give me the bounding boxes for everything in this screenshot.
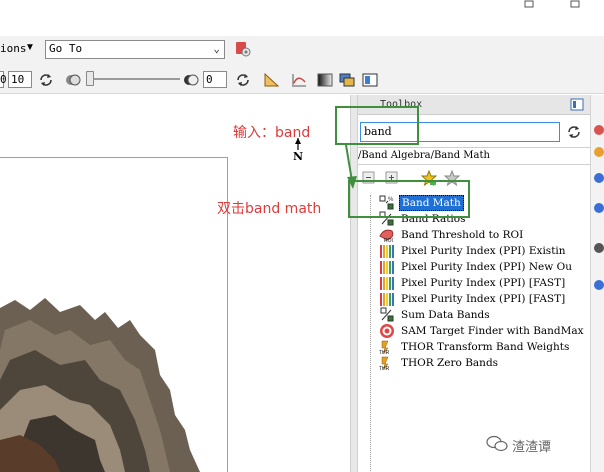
- chevron-down-icon[interactable]: ⌄: [213, 42, 220, 55]
- tool-label: Pixel Purity Index (PPI) New Ou: [401, 261, 572, 273]
- title-bar-area: [0, 0, 604, 36]
- side-icon[interactable]: [594, 280, 604, 290]
- tool-item-thor-transform[interactable]: THR THOR Transform Band Weights: [378, 339, 571, 355]
- ppi-icon: [380, 261, 394, 274]
- roi-icon: ROI: [379, 229, 394, 243]
- tool-item-ppi-new[interactable]: Pixel Purity Index (PPI) New Ou: [378, 259, 574, 275]
- toolbox-path-bar: /Band Algebra/Band Math: [358, 147, 590, 165]
- contrast-value-field[interactable]: 0: [203, 71, 227, 88]
- go-icon[interactable]: [234, 40, 252, 58]
- north-label: N: [293, 150, 303, 162]
- tool-item-band-threshold[interactable]: ROI Band Threshold to ROI: [378, 227, 525, 243]
- left-value-field[interactable]: 0: [0, 71, 7, 88]
- tool-label: THOR Transform Band Weights: [401, 341, 570, 353]
- side-icon[interactable]: [594, 125, 604, 135]
- raster-image: [0, 298, 200, 472]
- tool-label: Pixel Purity Index (PPI) [FAST]: [401, 277, 566, 289]
- annotation-doubleclick-label: 双击band math: [217, 201, 322, 217]
- search-refresh-icon[interactable]: [566, 124, 582, 140]
- ppi-icon: [380, 293, 394, 306]
- options-menu[interactable]: ions: [0, 42, 27, 55]
- svg-text:THR: THR: [379, 366, 390, 371]
- tool-item-ppi-existing[interactable]: Pixel Purity Index (PPI) Existin: [378, 243, 568, 259]
- side-icon[interactable]: [594, 147, 604, 157]
- target-icon: [380, 324, 394, 338]
- slider-thumb[interactable]: [86, 71, 94, 86]
- options-caret-icon[interactable]: ▼: [25, 42, 35, 53]
- brightness-icon[interactable]: [64, 71, 82, 89]
- thor-icon: THR: [379, 356, 390, 371]
- watermark-text: 渣渣谭: [512, 440, 552, 455]
- refresh-icon[interactable]: [37, 71, 55, 89]
- contrast-icon[interactable]: [182, 71, 200, 89]
- tool-label: SAM Target Finder with BandMax: [401, 325, 584, 337]
- tool-label: THOR Zero Bands: [401, 357, 499, 369]
- sum-bands-icon: [380, 307, 394, 322]
- annotation-arrow-icon: [345, 145, 357, 189]
- brightness-slider[interactable]: [88, 78, 180, 80]
- toolbox-options-icon[interactable]: [570, 98, 584, 111]
- side-strip: [590, 95, 604, 472]
- measure-icon[interactable]: [263, 71, 281, 89]
- toolbox-panel: Toolbox band /Band Algebra/Band Math % B…: [358, 95, 590, 472]
- tool-label: Band Threshold to ROI: [401, 229, 524, 241]
- annotation-input-label: 输入：band: [233, 125, 311, 141]
- tool-label: Sum Data Bands: [401, 309, 490, 321]
- annotation-box-band-math: [348, 180, 470, 218]
- toolbox-path: /Band Algebra/Band Math: [358, 150, 490, 161]
- goto-combobox[interactable]: Go To ⌄: [45, 40, 225, 59]
- thor-icon: THR: [379, 340, 390, 355]
- wechat-icon: [486, 435, 508, 452]
- tool-label: Pixel Purity Index (PPI) [FAST]: [401, 293, 566, 305]
- layers-icon[interactable]: [338, 71, 356, 89]
- side-icon[interactable]: [594, 243, 604, 253]
- ppi-icon: [380, 245, 394, 258]
- side-icon[interactable]: [594, 203, 604, 213]
- window-control-icon[interactable]: [524, 0, 534, 8]
- tool-item-thor-zero-bands[interactable]: THR THOR Zero Bands: [378, 355, 500, 371]
- chart-icon[interactable]: [290, 71, 308, 89]
- tool-item-ppi-fast-1[interactable]: Pixel Purity Index (PPI) [FAST]: [378, 275, 567, 291]
- view-icon[interactable]: [361, 71, 379, 89]
- window-control-icon[interactable]: [570, 0, 580, 8]
- tool-item-ppi-fast-2[interactable]: Pixel Purity Index (PPI) [FAST]: [378, 291, 567, 307]
- gradient-icon[interactable]: [316, 71, 334, 89]
- side-icon[interactable]: [594, 173, 604, 183]
- tool-item-sum-data-bands[interactable]: Sum Data Bands: [378, 307, 492, 323]
- tool-label: Pixel Purity Index (PPI) Existin: [401, 245, 566, 257]
- tool-item-sam-target-finder[interactable]: SAM Target Finder with BandMax: [378, 323, 586, 339]
- annotation-box-search: [335, 106, 419, 145]
- tree-guide-line: [370, 195, 371, 471]
- ppi-icon: [380, 277, 394, 290]
- refresh-icon[interactable]: [234, 71, 252, 89]
- goto-value: Go To: [49, 42, 83, 55]
- stretch-value-field[interactable]: 10: [8, 71, 32, 88]
